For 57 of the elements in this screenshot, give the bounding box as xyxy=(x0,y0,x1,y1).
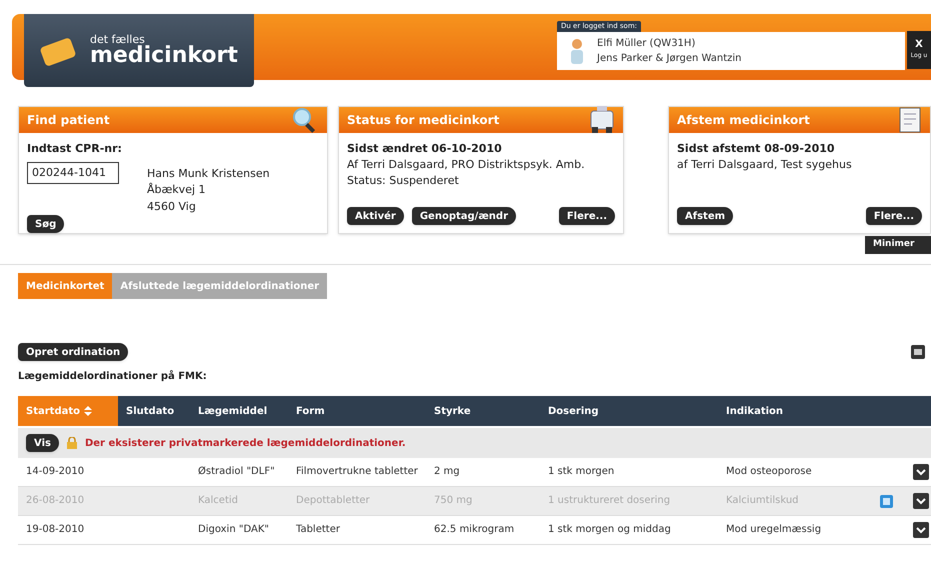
column-header[interactable]: Lægemiddel xyxy=(190,396,288,426)
patient-detail: 4560 Vig xyxy=(147,198,197,214)
expand-icon[interactable] xyxy=(913,464,929,480)
dark-button[interactable]: Søg xyxy=(27,215,64,233)
table-cell: 1 ustruktureret dosering xyxy=(548,495,670,506)
table-cell: 1 stk morgen og middag xyxy=(548,524,671,535)
field-label: Indtast CPR-nr: xyxy=(27,141,123,157)
table-cell: 26-08-2010 xyxy=(26,495,84,506)
table-cell: 62.5 mikrogram xyxy=(434,524,514,535)
table-cell: Østradiol "DLF" xyxy=(198,466,275,477)
cpr-field[interactable]: 020244-1041 xyxy=(27,162,119,184)
dark-button[interactable]: Vis xyxy=(26,434,59,452)
dark-button[interactable]: Aktivér xyxy=(347,207,404,225)
status-line: Status: Suspenderet xyxy=(347,173,460,189)
minimize-button[interactable]: Minimer xyxy=(865,236,931,254)
table-cell: Filmovertrukne tabletter xyxy=(296,466,418,477)
expand-icon[interactable] xyxy=(913,522,929,538)
table-cell: Digoxin "DAK" xyxy=(198,524,269,535)
dark-button[interactable]: Genoptag/ændr xyxy=(412,207,516,225)
table-cell: 14-09-2010 xyxy=(26,466,84,477)
table-cell: Kalcetid xyxy=(198,495,238,506)
panel-title: Afstem medicinkort xyxy=(677,112,810,129)
brand-subtitle: det fælles xyxy=(90,34,145,45)
table-cell: 2 mg xyxy=(434,466,460,477)
status-line: Sidst afstemt 08-09-2010 xyxy=(677,141,836,157)
notice-text: Der eksisterer privatmarkerede lægemiddelordinationer. xyxy=(84,436,406,450)
dark-button[interactable]: Flere... xyxy=(558,207,615,225)
list-title: Lægemiddelordinationer på FMK: xyxy=(18,369,208,384)
table-cell: Mod osteoporose xyxy=(726,466,812,477)
table-cell: Mod uregelmæssig xyxy=(726,524,822,535)
column-header[interactable]: Styrke xyxy=(426,396,540,426)
table-cell: Tabletter xyxy=(296,524,340,535)
column-header[interactable]: Form xyxy=(288,396,426,426)
status-line: Sidst ændret 06-10-2010 xyxy=(347,141,503,157)
dark-button[interactable]: Flere... xyxy=(866,207,922,225)
table-cell: Depottabletter xyxy=(296,495,370,506)
column-header[interactable]: Indikation xyxy=(718,396,878,426)
column-header[interactable]: Slutdato xyxy=(118,396,190,426)
table-cell: 1 stk morgen xyxy=(548,466,614,477)
column-header[interactable]: Dosering xyxy=(540,396,718,426)
patient-detail: Hans Munk Kristensen xyxy=(147,166,270,182)
table-cell: 19-08-2010 xyxy=(26,524,84,535)
lock-icon xyxy=(66,437,77,449)
logo[interactable]: det fælles medicinkort xyxy=(24,14,254,87)
patient-detail: Åbækvej 1 xyxy=(147,182,207,198)
user-name: Elfi Müller (QW31H) xyxy=(597,36,696,50)
doctor-icon xyxy=(569,36,585,64)
table-cell: 750 mg xyxy=(434,495,472,506)
user-team: Jens Parker & Jørgen Wantzin xyxy=(597,52,742,66)
dark-button[interactable]: Opret ordination xyxy=(18,343,128,361)
panel-title: Status for medicinkort xyxy=(347,112,500,129)
status-line: af Terri Dalsgaard, Test sygehus xyxy=(677,157,853,173)
table-cell: Kalciumtilskud xyxy=(726,495,798,506)
brand-name: medicinkort xyxy=(90,45,238,67)
panel-title: Find patient xyxy=(27,112,110,129)
status-line: Af Terri Dalsgaard, PRO Distriktspsyk. Amb. xyxy=(347,157,586,173)
dark-button[interactable]: Afstem xyxy=(677,207,734,225)
